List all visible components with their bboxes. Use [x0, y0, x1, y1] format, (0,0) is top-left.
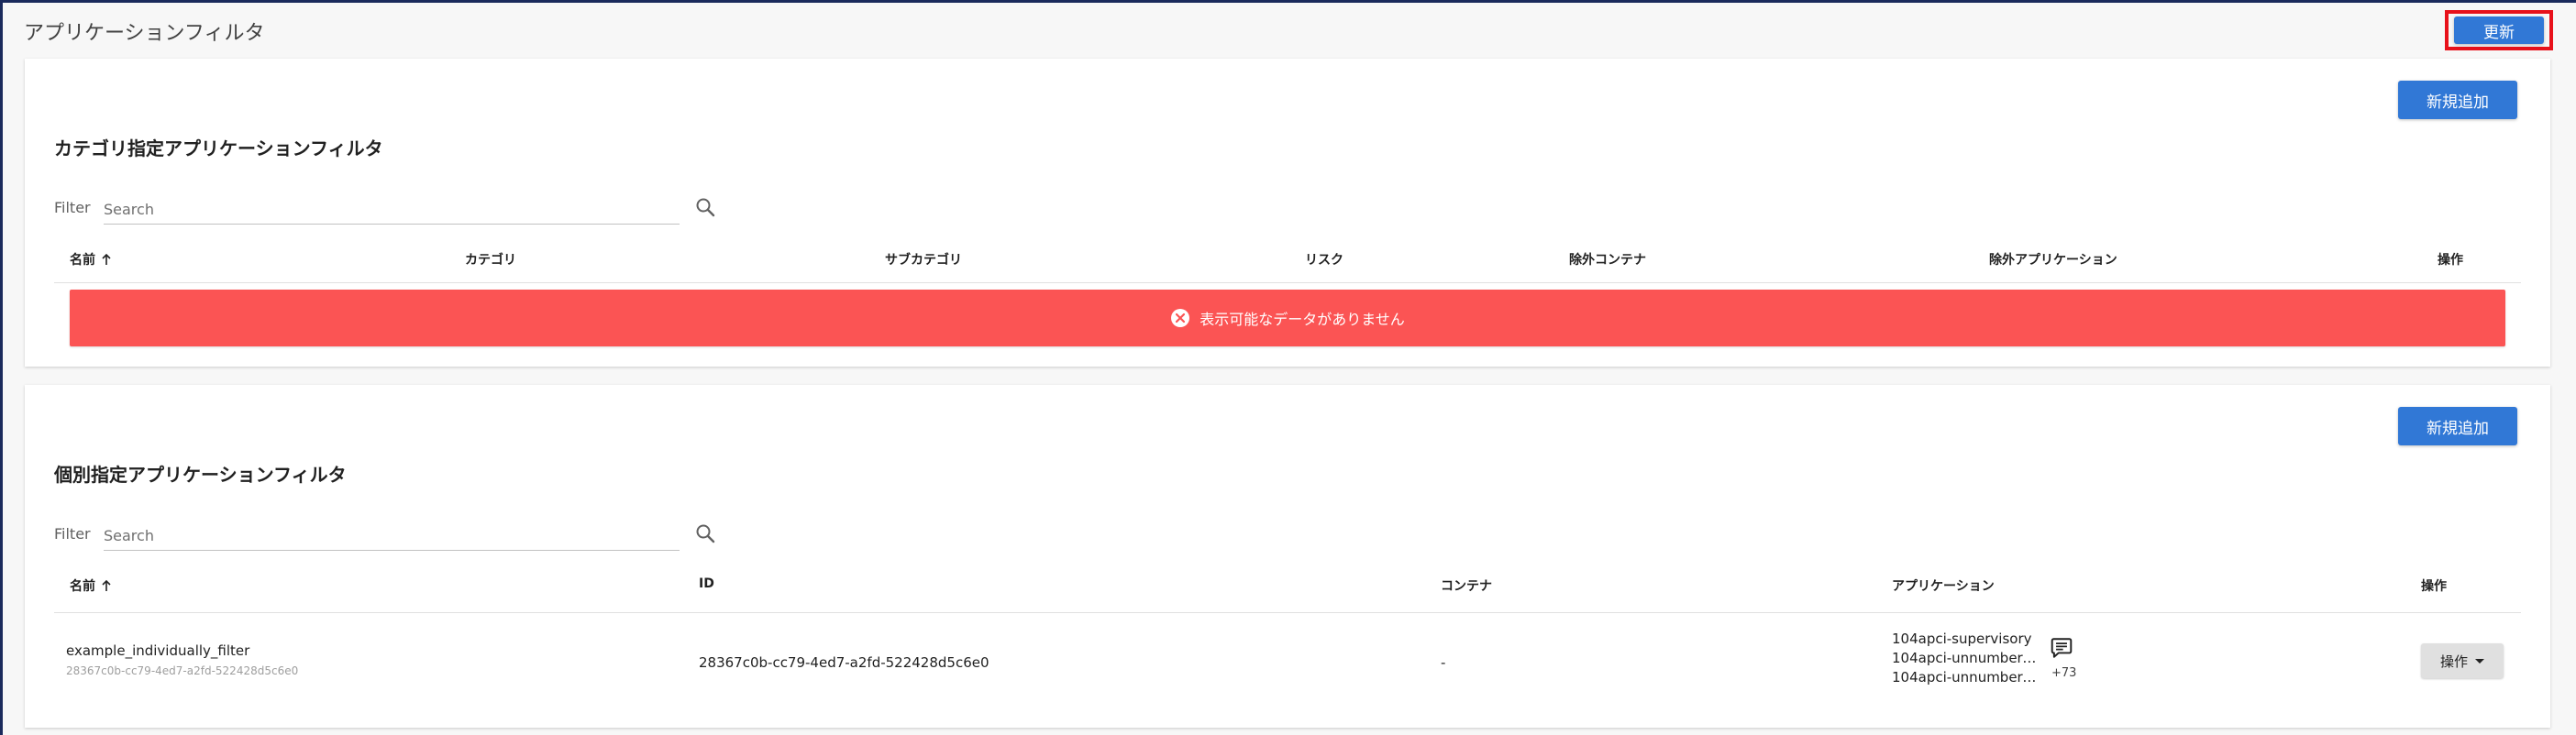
individual-filter-title: 個別指定アプリケーションフィルタ [54, 464, 347, 486]
column-header-actions: 操作 [2438, 253, 2463, 268]
search-icon[interactable] [694, 196, 716, 218]
no-data-alert: 表示可能なデータがありません [70, 290, 2505, 346]
column-header-name[interactable]: 名前 [70, 250, 112, 269]
row-name-id: 28367c0b-cc79-4ed7-a2fd-522428d5c6e0 [66, 664, 299, 677]
table-header-divider [54, 282, 2521, 283]
individual-search-input[interactable] [104, 521, 680, 551]
column-header-id: ID [699, 576, 714, 591]
sort-ascending-icon[interactable] [101, 253, 112, 266]
column-header-subcategory: サブカテゴリ [885, 253, 962, 268]
column-header-excluded-containers: 除外コンテナ [1569, 253, 1646, 268]
chevron-down-icon [2475, 658, 2484, 664]
filter-label: Filter [54, 525, 91, 543]
row-actions-dropdown[interactable]: 操作 [2421, 643, 2504, 678]
application-item: 104apci-unnumbered-frame-ext [1892, 669, 2039, 686]
add-individual-filter-button[interactable]: 新規追加 [2398, 407, 2517, 445]
column-header-category: カテゴリ [465, 253, 516, 268]
individual-filter-card: 新規追加 個別指定アプリケーションフィルタ Filter 名前 ID コンテナ … [25, 385, 2550, 728]
column-header-container: コンテナ [1441, 579, 1492, 594]
search-icon[interactable] [694, 522, 716, 544]
column-header-actions: 操作 [2421, 579, 2447, 594]
application-item: 104apci-supervisory [1892, 631, 2032, 647]
category-search-input[interactable] [104, 194, 680, 225]
row-container: - [1441, 654, 1446, 671]
row-applications: 104apci-supervisory 104apci-unnumbered-f… [1892, 630, 2039, 687]
page-title: アプリケーションフィルタ [24, 22, 265, 45]
close-circle-icon [1171, 309, 1190, 327]
row-id: 28367c0b-cc79-4ed7-a2fd-522428d5c6e0 [699, 654, 989, 671]
category-filter-search: Filter [54, 194, 716, 227]
no-data-message: 表示可能なデータがありません [1200, 311, 1405, 328]
category-filter-title: カテゴリ指定アプリケーションフィルタ [54, 137, 383, 159]
filter-label: Filter [54, 199, 91, 216]
sort-ascending-icon[interactable] [101, 579, 112, 592]
add-category-filter-button[interactable]: 新規追加 [2398, 81, 2517, 119]
individual-filter-search: Filter [54, 521, 716, 554]
column-header-risk: リスク [1305, 253, 1343, 268]
comment-icon[interactable] [2050, 636, 2073, 660]
top-border [0, 0, 2576, 3]
row-name: example_individually_filter [66, 642, 250, 659]
more-applications-count[interactable]: +73 [2051, 666, 2076, 680]
column-header-applications: アプリケーション [1892, 579, 1995, 594]
table-header-divider [54, 612, 2521, 613]
column-header-excluded-applications: 除外アプリケーション [1989, 253, 2117, 268]
application-item: 104apci-unnumbered-frame [1892, 650, 2039, 666]
refresh-button[interactable]: 更新 [2454, 16, 2544, 44]
left-border [0, 0, 3, 735]
refresh-button-highlight: 更新 [2445, 10, 2553, 50]
category-filter-card: 新規追加 カテゴリ指定アプリケーションフィルタ Filter 名前 カテゴリ サ… [25, 59, 2550, 367]
column-header-name[interactable]: 名前 [70, 576, 112, 595]
